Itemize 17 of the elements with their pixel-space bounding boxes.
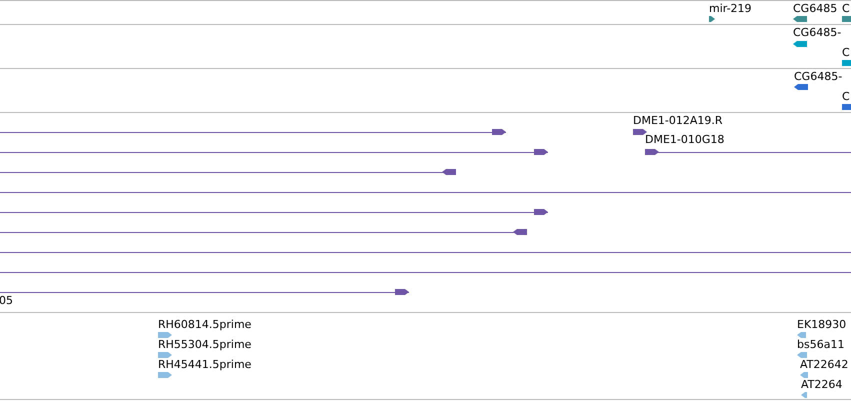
feature-label: C xyxy=(842,90,850,103)
feature-label: CG6485 xyxy=(793,2,838,15)
feature-label: 05 xyxy=(0,294,13,307)
feature-label: CG6485- xyxy=(793,26,842,39)
feature-label: RH60814.5prime xyxy=(158,318,252,331)
feature-label: EK18930 xyxy=(797,318,846,331)
feature-label: AT2264 xyxy=(801,378,842,391)
feature-label: bs56a11 xyxy=(797,338,844,351)
feature-label: DME1-010G18 xyxy=(645,133,724,146)
feature-label: DME1-012A19.R xyxy=(633,114,723,127)
feature-label: CG6485- xyxy=(794,70,842,83)
feature-label: C xyxy=(842,2,850,15)
feature-label: RH55304.5prime xyxy=(158,338,252,351)
feature-label: mir-219 xyxy=(709,2,752,15)
feature-label: RH45441.5prime xyxy=(158,358,252,371)
feature-label: AT22642 xyxy=(800,358,848,371)
feature-label: C xyxy=(842,46,850,59)
